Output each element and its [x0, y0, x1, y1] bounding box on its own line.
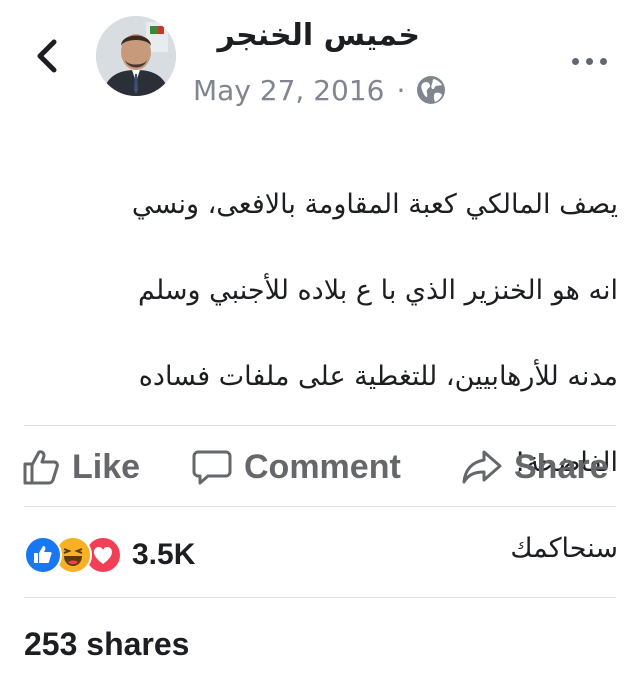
- share-button[interactable]: Share: [462, 432, 609, 502]
- more-dot: [572, 58, 579, 65]
- comment-button[interactable]: Comment: [192, 432, 401, 502]
- more-dot: [600, 58, 607, 65]
- post-text-line: يصف المالكي كعبة المقاومة بالافعى، ونسي: [131, 189, 618, 220]
- more-options-button[interactable]: [570, 56, 610, 68]
- divider: [24, 597, 616, 598]
- action-bar: Like Comment Share: [0, 432, 640, 502]
- share-arrow-icon: [462, 450, 502, 484]
- like-reaction-glyph: [34, 546, 52, 563]
- avatar[interactable]: [96, 16, 176, 96]
- chevron-left-icon: [37, 39, 57, 73]
- post-date[interactable]: May 27, 2016: [193, 74, 384, 107]
- reaction-count: 3.5K: [132, 538, 196, 571]
- like-button[interactable]: Like: [22, 432, 140, 502]
- divider: [24, 425, 616, 426]
- like-label: Like: [72, 447, 141, 486]
- post-meta: May 27, 2016 ·: [193, 72, 447, 108]
- post-header: خميس الخنجر May 27, 2016 ·: [0, 0, 640, 120]
- back-button[interactable]: [30, 36, 66, 76]
- like-reaction-icon: [24, 536, 62, 574]
- comment-label: Comment: [244, 447, 401, 486]
- shares-count[interactable]: 253 shares: [24, 626, 189, 663]
- author-name[interactable]: خميس الخنجر: [217, 18, 420, 53]
- avatar-image: [96, 16, 176, 96]
- comment-bubble-icon: [192, 450, 232, 485]
- post-text-line: مدنه للأرهابيين، للتغطية على ملفات فساده: [138, 361, 618, 392]
- divider: [24, 506, 616, 507]
- meta-separator: ·: [396, 73, 406, 107]
- reactions-summary[interactable]: 3.5K: [24, 530, 195, 580]
- post-text-line: انه هو الخنزير الذي با ع بلاده للأجنبي و…: [137, 275, 618, 306]
- share-label: Share: [514, 447, 609, 486]
- globe-icon: [417, 76, 446, 104]
- more-dot: [586, 58, 593, 65]
- thumbs-up-icon: [23, 450, 59, 485]
